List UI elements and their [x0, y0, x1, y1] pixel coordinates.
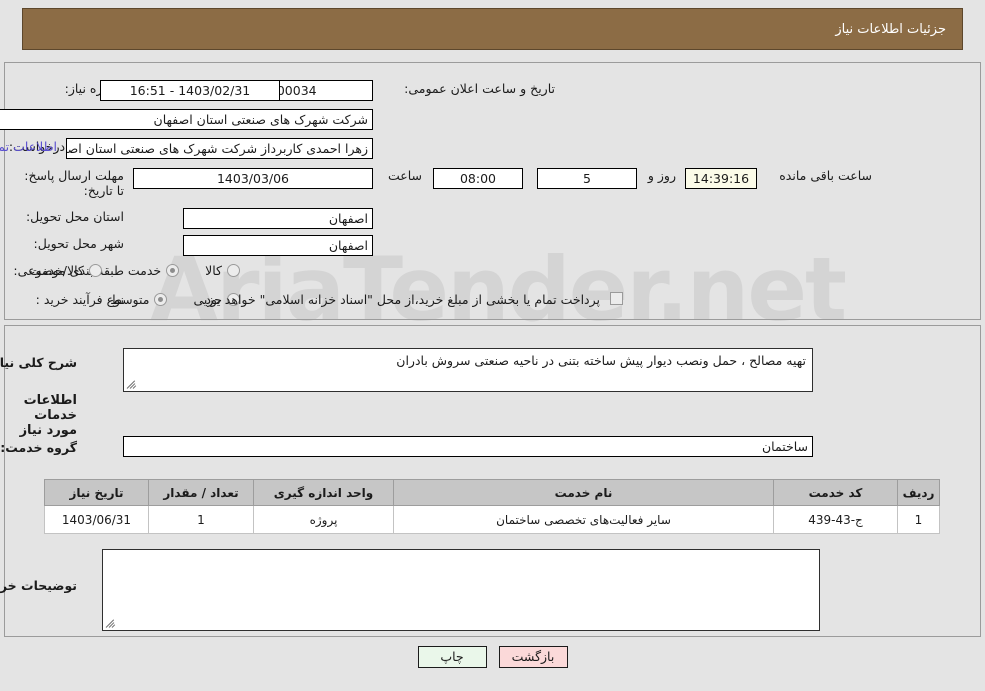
resize-grip-icon[interactable] [126, 378, 138, 390]
cell-need-date: 1403/06/31 [44, 505, 149, 534]
table-row: 1 ج-43-439 سایر فعالیت‌های تخصصی ساختمان… [44, 505, 940, 534]
days-suffix-label: روز و [647, 168, 676, 183]
cell-service-code: ج-43-439 [773, 505, 898, 534]
buyer-notes-label: توضیحات خریدار: [0, 578, 77, 593]
table-header-row: ردیف کد خدمت نام خدمت واحد اندازه گیری ت… [44, 479, 940, 506]
radio-circle-icon[interactable] [154, 293, 168, 306]
countdown-field: 14:39:16 [685, 168, 757, 189]
radio-circle-icon[interactable] [88, 264, 102, 277]
treasury-checkbox[interactable] [610, 292, 623, 305]
service-group-label: گروه خدمت: [0, 440, 77, 455]
buyer-notes-label-wrap: توضیحات خریدار: [0, 578, 77, 593]
column-header-quantity: تعداد / مقدار [148, 479, 254, 506]
description-textarea[interactable]: تهیه مصالح ، حمل ونصب دیوار پیش ساخته بت… [123, 348, 813, 392]
description-text: تهیه مصالح ، حمل ونصب دیوار پیش ساخته بت… [396, 353, 806, 368]
category-radio-group: کالا خدمت کالا/خدمت [3, 263, 240, 278]
page-title-bar: جزئیات اطلاعات نیاز [22, 8, 963, 50]
creator-field-wrap: زهرا احمدی کاربرداز شرکت شهرک های صنعتی … [66, 138, 373, 159]
cell-quantity: 1 [148, 505, 254, 534]
announce-datetime-value-wrap: 1403/02/31 - 16:51 [100, 80, 280, 101]
service-group-field-wrap: ساختمان [123, 436, 813, 457]
category-option-kala[interactable]: کالا [205, 263, 240, 278]
service-group-label-wrap: گروه خدمت: [0, 440, 77, 455]
print-button[interactable]: چاپ [417, 646, 487, 668]
services-table: ردیف کد خدمت نام خدمت واحد اندازه گیری ت… [44, 479, 940, 534]
process-option-motevaset[interactable]: متوسط [110, 292, 168, 307]
countdown-suffix-label: ساعت باقی مانده [779, 168, 872, 183]
deadline-label-wrap: مهلت ارسال پاسخ: تا تاریخ: [20, 168, 124, 198]
province-field-wrap: اصفهان [183, 208, 373, 229]
description-label-wrap: شرح کلی نیاز: [0, 355, 77, 370]
province-field[interactable]: اصفهان [183, 208, 373, 229]
radio-circle-icon[interactable] [227, 264, 240, 277]
services-section-title: اطلاعات خدمات مورد نیاز [19, 393, 77, 438]
buyer-org-field[interactable]: شرکت شهرک های صنعتی استان اصفهان [0, 109, 373, 130]
page-title: جزئیات اطلاعات نیاز [835, 21, 946, 37]
radio-circle-icon[interactable] [166, 264, 180, 277]
cell-unit: پروژه [253, 505, 394, 534]
back-button[interactable]: بازگشت [498, 646, 568, 668]
countdown-suffix-wrap: ساعت باقی مانده [779, 168, 872, 183]
deadline-date-wrap: 1403/03/06 [133, 168, 373, 189]
cell-radif: 1 [897, 505, 940, 534]
category-option-khedmat[interactable]: خدمت [127, 263, 180, 278]
deadline-label: مهلت ارسال پاسخ: تا تاریخ: [24, 168, 124, 198]
city-label: شهر محل تحویل: [33, 236, 124, 251]
city-label-wrap: شهر محل تحویل: [34, 236, 124, 251]
buyer-org-field-wrap: شرکت شهرک های صنعتی استان اصفهان [0, 109, 373, 130]
days-suffix-wrap: روز و [648, 168, 676, 183]
column-header-unit: واحد اندازه گیری [253, 479, 394, 506]
deadline-hour-field-wrap: 08:00 [433, 168, 523, 189]
category-option-label: کالا [205, 263, 222, 278]
page-root: AriaTender.net جزئیات اطلاعات نیاز شماره… [0, 0, 985, 691]
description-label: شرح کلی نیاز: [0, 355, 77, 370]
treasury-note: پرداخت تمام یا بخشی از مبلغ خرید،از محل … [201, 292, 600, 307]
deadline-hour-field[interactable]: 08:00 [433, 168, 523, 189]
deadline-date-field[interactable]: 1403/03/06 [133, 168, 373, 189]
action-button-bar: بازگشت چاپ [0, 646, 985, 668]
column-header-radif: ردیف [897, 479, 940, 506]
buyer-notes-textarea[interactable] [102, 549, 820, 631]
column-header-service-code: کد خدمت [773, 479, 898, 506]
days-remaining-field[interactable]: 5 [537, 168, 637, 189]
announce-datetime-field[interactable]: 1403/02/31 - 16:51 [100, 80, 280, 101]
announce-datetime-label: تاریخ و ساعت اعلان عمومی: [404, 81, 555, 96]
category-option-label: کالا/خدمت [29, 263, 84, 278]
treasury-checkbox-wrap[interactable] [610, 292, 623, 305]
deadline-hour-label: ساعت [387, 168, 422, 183]
province-label-wrap: استان محل تحویل: [26, 209, 124, 224]
description-field-wrap: تهیه مصالح ، حمل ونصب دیوار پیش ساخته بت… [123, 348, 813, 392]
deadline-hour-label-wrap: ساعت [388, 168, 422, 183]
services-table-wrap: ردیف کد خدمت نام خدمت واحد اندازه گیری ت… [44, 479, 940, 534]
service-group-field[interactable]: ساختمان [123, 436, 813, 457]
treasury-text-wrap: پرداخت تمام یا بخشی از مبلغ خرید،از محل … [201, 292, 600, 307]
countdown-field-wrap: 14:39:16 [685, 168, 757, 189]
column-header-service-name: نام خدمت [393, 479, 774, 506]
process-option-label: متوسط [110, 292, 150, 307]
resize-grip-icon[interactable] [105, 617, 117, 629]
category-option-kala-khedmat[interactable]: کالا/خدمت [29, 263, 102, 278]
creator-field[interactable]: زهرا احمدی کاربرداز شرکت شهرک های صنعتی … [66, 138, 373, 159]
category-option-label: خدمت [127, 263, 162, 278]
city-field-wrap: اصفهان [183, 235, 373, 256]
buyer-contact-link[interactable]: اطلاعات تماس خریدار [0, 139, 57, 154]
column-header-need-date: تاریخ نیاز [44, 479, 149, 506]
province-label: استان محل تحویل: [25, 209, 124, 224]
days-field-wrap: 5 [537, 168, 637, 189]
cell-service-name: سایر فعالیت‌های تخصصی ساختمان [393, 505, 774, 534]
announce-datetime-label-wrap: تاریخ و ساعت اعلان عمومی: [404, 81, 555, 96]
buyer-notes-field-wrap [102, 549, 820, 631]
city-field[interactable]: اصفهان [183, 235, 373, 256]
